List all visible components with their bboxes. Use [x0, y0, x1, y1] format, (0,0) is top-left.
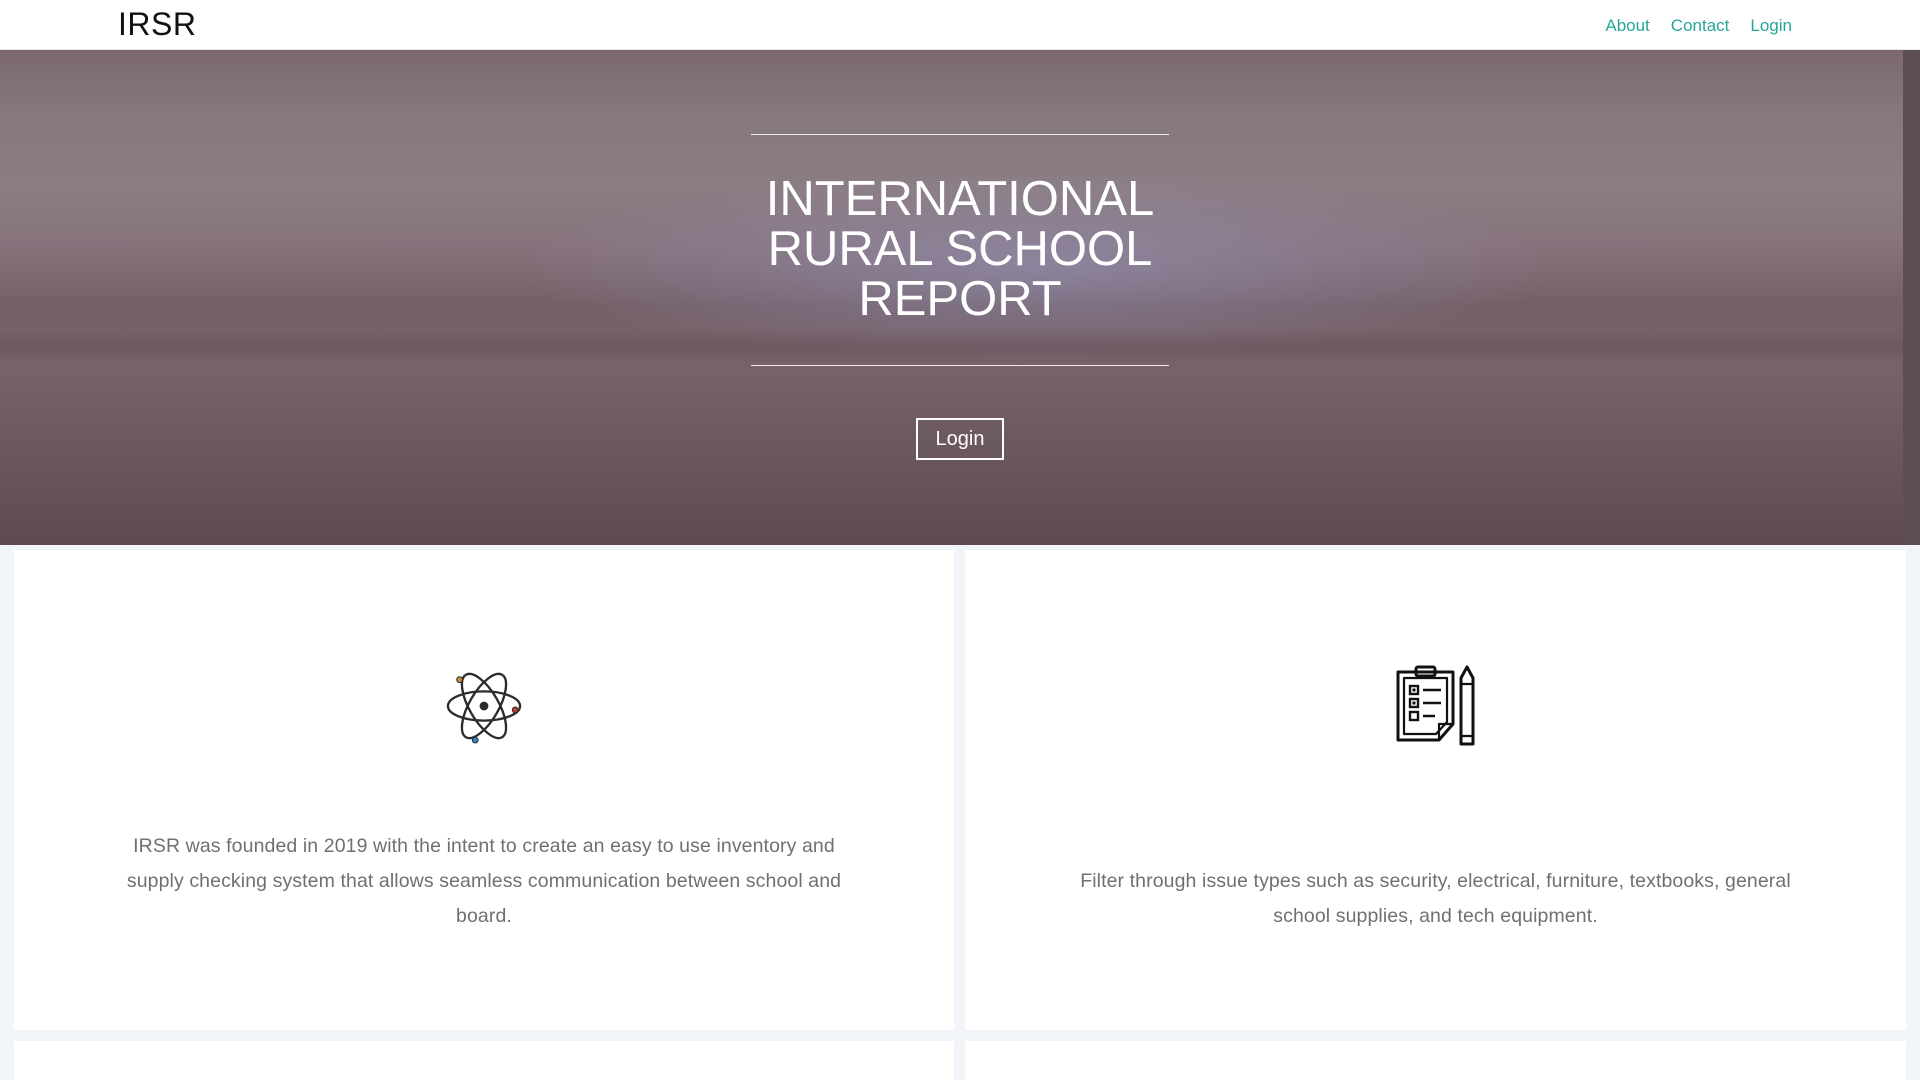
- navbar: IRSR About Contact Login: [0, 0, 1920, 50]
- feature-card-filter: Filter through issue types such as secur…: [965, 550, 1906, 1030]
- hero-scrollbar: [1903, 50, 1920, 545]
- brand-logo[interactable]: IRSR: [118, 6, 196, 43]
- hero-banner: INTERNATIONAL RURAL SCHOOL REPORT Login: [0, 50, 1920, 545]
- nav-links: About Contact Login: [1605, 16, 1792, 36]
- feature-card-4: [965, 1041, 1906, 1080]
- nav-link-login[interactable]: Login: [1750, 16, 1792, 36]
- hero-login-button[interactable]: Login: [916, 418, 1004, 460]
- feature-card-about: IRSR was founded in 2019 with the intent…: [14, 550, 954, 1030]
- nav-link-about[interactable]: About: [1605, 16, 1649, 36]
- hero-horizon: [0, 328, 1920, 366]
- hero-title: INTERNATIONAL RURAL SCHOOL REPORT: [765, 172, 1155, 326]
- nav-link-contact[interactable]: Contact: [1671, 16, 1730, 36]
- hero-divider-top: [751, 134, 1169, 135]
- clipboard-checklist-icon: [1396, 665, 1475, 746]
- hero-divider-bottom: [751, 365, 1169, 366]
- feature-card-3: [14, 1041, 954, 1080]
- atom-icon: [446, 672, 522, 744]
- feature-text-about: IRSR was founded in 2019 with the intent…: [126, 835, 842, 927]
- feature-text-filter: Filter through issue types such as secur…: [1080, 870, 1791, 927]
